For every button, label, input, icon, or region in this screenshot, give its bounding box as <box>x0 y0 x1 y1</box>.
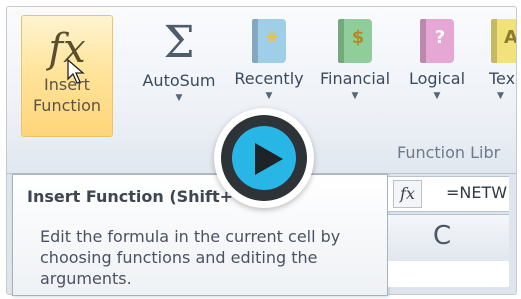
function-library-group-label: Function Libr <box>397 143 501 162</box>
video-play-button[interactable] <box>214 108 314 208</box>
autosum-label: AutoSum <box>142 71 216 90</box>
play-ring <box>221 115 307 201</box>
text-book-icon: A <box>491 19 516 63</box>
chevron-down-icon: ▼ <box>433 91 441 101</box>
chevron-down-icon: ▼ <box>497 91 504 101</box>
logical-book-icon: ? <box>420 19 454 63</box>
financial-book-icon: $ <box>338 19 372 63</box>
recently-used-button[interactable]: ★ Recently ▼ <box>229 15 309 101</box>
financial-button[interactable]: $ Financial ▼ <box>313 15 397 101</box>
recently-used-label: Recently <box>234 69 304 88</box>
chevron-down-icon: ▼ <box>351 91 359 101</box>
insert-function-fx-button[interactable]: fx <box>393 180 422 208</box>
insert-function-tooltip: Insert Function (Shift+ Edit the formula… <box>12 174 388 296</box>
chevron-down-icon: ▼ <box>175 93 183 103</box>
chevron-down-icon: ▼ <box>265 91 273 101</box>
sigma-icon: Σ <box>163 17 195 68</box>
financial-label: Financial <box>319 69 391 88</box>
text-button[interactable]: A Tex ▼ <box>479 15 516 101</box>
column-header-c[interactable]: C <box>388 214 509 262</box>
recently-used-book-icon: ★ <box>252 19 286 63</box>
insert-function-label-line2: Function <box>32 96 102 115</box>
play-triangle-icon <box>255 143 283 175</box>
logical-label: Logical <box>408 69 466 88</box>
play-icon <box>232 126 296 190</box>
logical-button[interactable]: ? Logical ▼ <box>401 15 473 101</box>
mouse-cursor-icon <box>67 59 85 84</box>
tooltip-title: Insert Function (Shift+ <box>27 187 234 206</box>
tooltip-body: Edit the formula in the current cell by … <box>40 227 341 288</box>
cell-grid[interactable] <box>388 261 509 287</box>
autosum-button[interactable]: Σ AutoSum ▼ <box>135 15 223 103</box>
column-header-label: C <box>433 221 452 251</box>
text-label: Tex <box>489 69 516 88</box>
formula-input[interactable]: =NETW <box>446 183 507 202</box>
